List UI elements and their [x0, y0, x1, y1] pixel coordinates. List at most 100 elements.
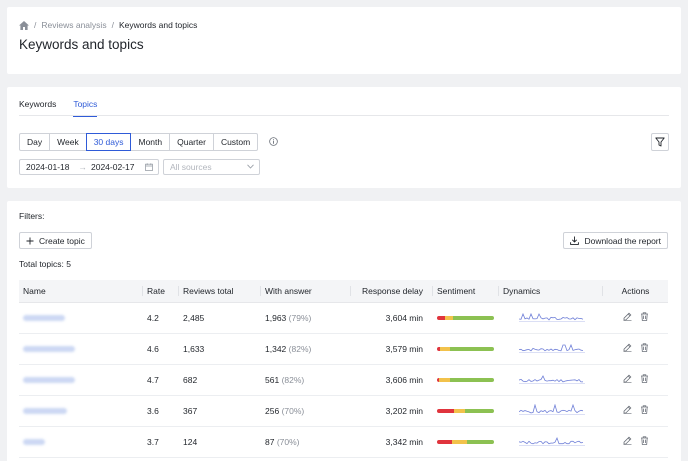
topic-name-cell[interactable] — [19, 395, 143, 427]
download-report-button[interactable]: Download the report — [563, 232, 668, 249]
sources-select[interactable]: All sources — [163, 159, 260, 175]
tab-topics[interactable]: Topics — [73, 99, 98, 117]
date-range-picker[interactable]: 2024-01-18 → 2024-02-17 — [19, 159, 159, 175]
page-title: Keywords and topics — [19, 37, 144, 52]
sentiment-cell — [433, 395, 499, 427]
trash-icon[interactable] — [640, 312, 649, 321]
rate-cell: 3.6 — [143, 395, 179, 427]
topic-name-cell[interactable] — [19, 302, 143, 334]
topic-name-cell[interactable] — [19, 426, 143, 458]
topic-name-cell[interactable] — [19, 364, 143, 396]
column-header-reviews-total[interactable]: Reviews total — [179, 280, 261, 303]
table-row[interactable]: 4.7 682 561 (82%) 3,606 min — [19, 364, 668, 396]
topic-name-link[interactable] — [23, 314, 65, 321]
reviews-total-cell: 124 — [179, 426, 261, 458]
period-selector: Day Week 30 days Month Quarter Custom — [19, 133, 259, 151]
period-quarter[interactable]: Quarter — [169, 133, 214, 151]
column-header-sentiment[interactable]: Sentiment — [433, 280, 499, 303]
edit-icon[interactable] — [623, 374, 632, 383]
response-delay-cell: 3,342 min — [351, 426, 433, 458]
date-range-arrow: → — [78, 162, 87, 172]
actions-cell — [603, 426, 668, 458]
dynamics-sparkline — [518, 375, 585, 384]
period-month[interactable]: Month — [130, 133, 171, 151]
with-answer-percent: (79%) — [288, 312, 312, 323]
tab-keywords[interactable]: Keywords — [19, 99, 56, 116]
with-answer-count: 256 — [265, 405, 280, 416]
column-header-actions: Actions — [603, 280, 668, 303]
period-30-days[interactable]: 30 days — [85, 133, 132, 151]
topics-table: Name Rate Reviews total With answer Resp… — [19, 280, 668, 458]
table-row[interactable]: 3.7 124 87 (70%) 3,342 min — [19, 426, 668, 458]
dynamics-sparkline — [518, 403, 585, 415]
response-delay-cell: 3,202 min — [351, 395, 433, 427]
sentiment-bar — [437, 439, 494, 444]
dynamics-cell — [499, 426, 603, 458]
dynamics-cell — [499, 333, 603, 365]
header-card: / Reviews analysis / Keywords and topics… — [7, 7, 681, 74]
topic-name-link[interactable] — [23, 345, 75, 352]
home-icon[interactable] — [19, 20, 29, 30]
edit-icon[interactable] — [623, 436, 632, 445]
trash-icon[interactable] — [640, 436, 649, 445]
sentiment-neutral-segment — [439, 377, 450, 382]
table-row[interactable]: 4.6 1,633 1,342 (82%) 3,579 min — [19, 333, 668, 365]
topic-name-link[interactable] — [23, 376, 75, 383]
column-header-name[interactable]: Name — [19, 280, 143, 303]
actions-cell — [603, 364, 668, 396]
with-answer-cell: 1,342 (82%) — [261, 333, 351, 365]
sentiment-positive-segment — [465, 408, 494, 413]
sentiment-negative-segment — [437, 315, 445, 320]
edit-icon[interactable] — [623, 312, 632, 321]
topic-name-cell[interactable] — [19, 333, 143, 365]
sentiment-cell — [433, 364, 499, 396]
column-header-response-delay[interactable]: Response delay — [351, 280, 433, 303]
trash-icon[interactable] — [640, 374, 649, 383]
with-answer-count: 87 — [265, 436, 275, 447]
topics-card: Filters: Create topic Download the repor… — [7, 201, 681, 461]
table-row[interactable]: 3.6 367 256 (70%) 3,202 min — [19, 395, 668, 427]
filter-button[interactable] — [651, 133, 669, 151]
with-answer-percent: (70%) — [276, 436, 300, 447]
period-day[interactable]: Day — [19, 133, 51, 151]
actions-cell — [603, 395, 668, 427]
sentiment-positive-segment — [449, 377, 494, 382]
sentiment-positive-segment — [449, 346, 494, 351]
dynamics-sparkline — [518, 343, 585, 353]
edit-icon[interactable] — [623, 343, 632, 352]
with-answer-cell: 256 (70%) — [261, 395, 351, 427]
sentiment-negative-segment — [437, 439, 453, 444]
date-to[interactable]: 2024-02-17 — [91, 162, 134, 172]
period-custom[interactable]: Custom — [212, 133, 259, 151]
filter-icon — [655, 137, 665, 147]
column-header-rate[interactable]: Rate — [143, 280, 179, 303]
trash-icon[interactable] — [640, 405, 649, 414]
with-answer-cell: 87 (70%) — [261, 426, 351, 458]
date-from[interactable]: 2024-01-18 — [26, 162, 69, 172]
actions-cell — [603, 333, 668, 365]
breadcrumb-section[interactable]: Reviews analysis — [41, 20, 106, 30]
edit-icon[interactable] — [623, 405, 632, 414]
sentiment-positive-segment — [452, 315, 494, 320]
sentiment-neutral-segment — [439, 346, 450, 351]
reviews-total-cell: 1,633 — [179, 333, 261, 365]
period-week[interactable]: Week — [49, 133, 87, 151]
table-row[interactable]: 4.2 2,485 1,963 (79%) 3,604 min — [19, 302, 668, 334]
sentiment-bar — [437, 346, 494, 351]
info-icon[interactable] — [269, 137, 278, 146]
topic-name-link[interactable] — [23, 438, 45, 445]
total-topics: Total topics: 5 — [19, 259, 71, 269]
topic-name-link[interactable] — [23, 407, 67, 414]
calendar-icon — [145, 163, 153, 171]
with-answer-count: 561 — [265, 374, 280, 385]
dynamics-sparkline — [518, 436, 585, 446]
create-topic-button[interactable]: Create topic — [19, 232, 92, 249]
column-header-with-answer[interactable]: With answer — [261, 280, 351, 303]
actions-cell — [603, 302, 668, 334]
download-report-label: Download the report — [584, 235, 661, 246]
breadcrumb-separator: / — [34, 20, 37, 30]
sentiment-positive-segment — [467, 439, 494, 444]
breadcrumb: / Reviews analysis / Keywords and topics — [19, 20, 197, 30]
trash-icon[interactable] — [640, 343, 649, 352]
sentiment-neutral-segment — [444, 315, 453, 320]
